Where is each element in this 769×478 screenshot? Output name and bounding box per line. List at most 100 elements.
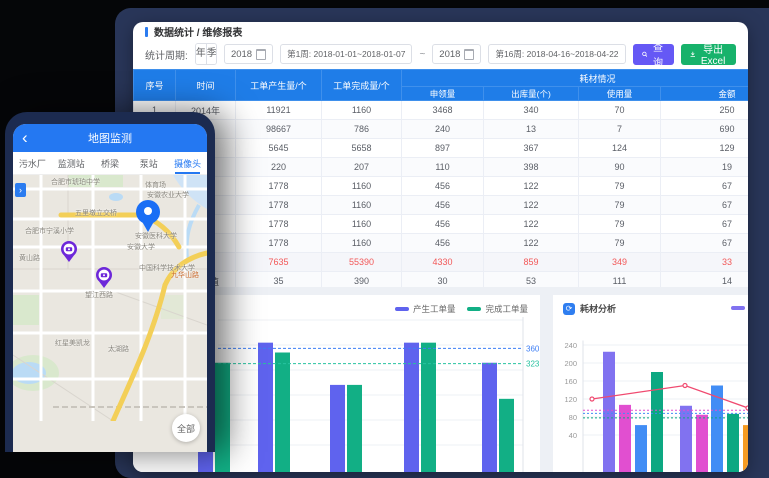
- sub-column-header: 使用量: [579, 87, 661, 101]
- map-place-label: 红星美凯龙: [55, 338, 90, 348]
- range-separator: ~: [419, 49, 425, 60]
- table-cell: 859: [484, 253, 579, 272]
- sub-column-header: 出库量(个): [484, 87, 579, 101]
- table-row: 12014年119211160346834070250: [134, 101, 749, 120]
- query-button[interactable]: 查询: [633, 44, 674, 65]
- table-cell: 79: [579, 196, 661, 215]
- map-expand-button[interactable]: ›: [15, 183, 26, 197]
- phone-screen: ‹ 地图监测 污水厂监测站桥梁泵站摄像头: [13, 124, 207, 452]
- table-row: 7177811604561227967: [134, 215, 749, 234]
- breadcrumb-accent-bar: [145, 27, 148, 37]
- svg-text:160: 160: [564, 377, 577, 386]
- table-cell: 1778: [236, 234, 322, 253]
- selected-pin-icon[interactable]: [133, 199, 163, 234]
- table-cell: 98667: [236, 120, 322, 139]
- column-header: 时间: [176, 70, 236, 101]
- phone-page-title: 地图监测: [88, 130, 132, 146]
- table-cell: 690: [661, 120, 749, 139]
- repair-report-table: 序号时间工单产生量/个工单完成量/个耗材情况申领量出库量(个)使用量金额1201…: [133, 69, 748, 291]
- phone-tab-摄像头[interactable]: 摄像头: [168, 152, 207, 174]
- phone-tab-污水厂[interactable]: 污水厂: [13, 152, 52, 174]
- table-cell: 1160: [322, 101, 402, 120]
- table-cell: 124: [579, 139, 661, 158]
- table-cell: 122: [484, 234, 579, 253]
- all-filter-button[interactable]: 全部: [172, 414, 200, 442]
- table-cell: 1160: [322, 196, 402, 215]
- breadcrumb-text: 数据统计 / 维修报表: [154, 24, 242, 39]
- query-button-label: 查询: [651, 39, 664, 69]
- svg-text:240: 240: [564, 341, 577, 350]
- phone-header: ‹ 地图监测: [13, 124, 207, 152]
- phone-tab-泵站[interactable]: 泵站: [129, 152, 168, 174]
- period-option-季[interactable]: 季: [207, 44, 217, 64]
- table-cell: 70: [579, 101, 661, 120]
- range-end-display[interactable]: 第16周: 2018-04-16~2018-04-22: [488, 44, 625, 64]
- map-place-label: 五里墩立交桥: [75, 208, 117, 218]
- map-place-label: 合肥市琥珀中学: [51, 177, 100, 187]
- consumable-chart-panel: ⟳ 耗材分析 2402001601208040: [553, 295, 748, 472]
- table-cell: 250: [661, 101, 749, 120]
- table-cell: 79: [579, 177, 661, 196]
- map-canvas[interactable]: 合肥市琥珀中学体育场安徽农业大学五里墩立交桥合肥市宁溪小学安徽医科大学安徽大学黄…: [13, 175, 207, 452]
- table-cell: 1160: [322, 177, 402, 196]
- table-cell: 67: [661, 234, 749, 253]
- table-cell: 1778: [236, 215, 322, 234]
- svg-text:323: 323: [526, 360, 540, 369]
- map-place-label: 太湖路: [108, 344, 129, 354]
- table-row: 42202071103989019: [134, 158, 749, 177]
- legend-label: 产生工单量: [413, 303, 456, 315]
- table-cell: 456: [402, 215, 484, 234]
- legend-label: 完成工单量: [485, 303, 528, 315]
- column-header: 工单完成量/个: [322, 70, 402, 101]
- table-cell: 122: [484, 177, 579, 196]
- table-cell: 207: [322, 158, 402, 177]
- phone-tab-监测站[interactable]: 监测站: [52, 152, 91, 174]
- column-header: 序号: [134, 70, 176, 101]
- workorder-chart-legend: 产生工单量 完成工单量: [395, 303, 528, 315]
- period-segmented-control: 年季月周日: [195, 43, 217, 65]
- total-row: 合计763555390433085934933: [134, 253, 749, 272]
- table-cell: 90: [579, 158, 661, 177]
- table-cell: 367: [484, 139, 579, 158]
- year-start-select[interactable]: 2018: [224, 44, 273, 64]
- table-cell: 19: [661, 158, 749, 177]
- table-cell: 1160: [322, 234, 402, 253]
- table-cell: 897: [402, 139, 484, 158]
- table-cell: 67: [661, 177, 749, 196]
- map-place-label: 体育场: [145, 180, 166, 190]
- svg-text:120: 120: [564, 395, 577, 404]
- table-cell: 5658: [322, 139, 402, 158]
- year-end-select[interactable]: 2018: [432, 44, 481, 64]
- sub-column-header: 金额: [661, 87, 749, 101]
- back-chevron-icon[interactable]: ‹: [22, 125, 28, 151]
- search-icon: [642, 50, 648, 59]
- table-cell: 79: [579, 234, 661, 253]
- table-cell: 786: [322, 120, 402, 139]
- chart-badge-icon: ⟳: [563, 303, 575, 315]
- table-cell: 7: [579, 120, 661, 139]
- legend-pill: [395, 307, 409, 311]
- period-option-年[interactable]: 年: [196, 44, 207, 64]
- legend-item[interactable]: 完成工单量: [467, 303, 528, 315]
- consumable-mixed-chart: 2402001601208040: [553, 322, 748, 472]
- table-row: 298667786240137690: [134, 120, 749, 139]
- map-place-label: 望江西路: [85, 290, 113, 300]
- table-row: 5177811604561227967: [134, 177, 749, 196]
- svg-text:40: 40: [569, 431, 577, 440]
- camera-marker-icon[interactable]: [60, 241, 78, 263]
- export-excel-button[interactable]: 导出Excel: [681, 44, 736, 65]
- phone-tab-桥梁[interactable]: 桥梁: [91, 152, 130, 174]
- table-cell: 79: [579, 215, 661, 234]
- table-cell: 55390: [322, 253, 402, 272]
- legend-pill: [467, 307, 481, 311]
- map-place-label: 合肥市宁溪小学: [25, 226, 74, 236]
- range-start-display[interactable]: 第1周: 2018-01-01~2018-01-07: [280, 44, 412, 64]
- camera-marker-icon[interactable]: [95, 267, 113, 289]
- legend-item[interactable]: 产生工单量: [395, 303, 456, 315]
- table-cell: 1160: [322, 215, 402, 234]
- table-cell: 67: [661, 196, 749, 215]
- legend-pill-cropped[interactable]: [731, 306, 745, 310]
- group-column-header: 耗材情况: [402, 70, 749, 87]
- consumable-chart-header: ⟳ 耗材分析: [553, 295, 748, 315]
- table-cell: 67: [661, 215, 749, 234]
